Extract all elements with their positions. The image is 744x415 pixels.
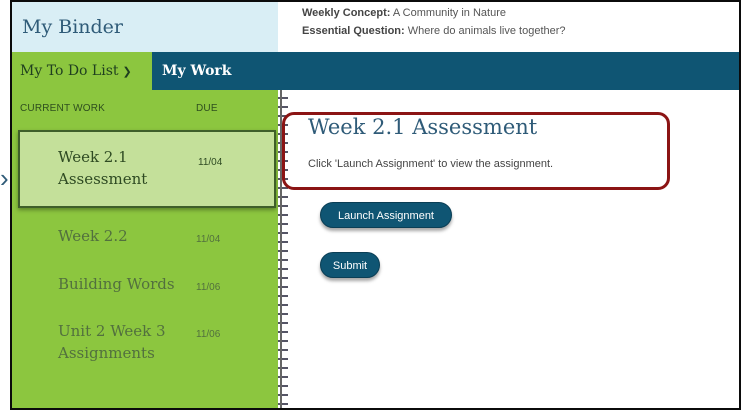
tab-my-to-do-list[interactable]: My To Do List ❯ [12,52,152,90]
sidebar-item-unit-2-week-3[interactable]: Unit 2 Week 3 Assignments 11/06 [12,320,268,370]
tab-my-work[interactable]: My Work [162,52,232,90]
essential-question: Essential Question: Where do animals liv… [302,22,566,40]
tab-todo-label: My To Do List [20,63,119,79]
sidebar-item-week-2-2[interactable]: Week 2.2 11/04 [12,225,268,255]
sidebar-item-week-2-1-assessment[interactable]: Week 2.1 Assessment 11/04 [18,130,276,208]
binder-title: My Binder [12,2,278,52]
weekly-concept-value: A Community in Nature [392,7,506,19]
highlight-box [282,112,670,190]
sidebar-item-due: 11/04 [198,157,223,168]
todo-sidebar: CURRENT WORK DUE Week 2.1 Assessment 11/… [12,90,278,408]
launch-assignment-button[interactable]: Launch Assignment [320,202,452,228]
essential-question-value: Where do animals live together? [407,25,566,37]
chevron-down-icon: ❯ [122,65,132,78]
pointer-arrow-icon: › [0,163,9,193]
top-bar: My Binder Weekly Concept: A Community in… [12,2,739,52]
column-header-current-work: CURRENT WORK [20,103,105,114]
essential-question-label: Essential Question: [302,25,405,37]
nav-bar: My To Do List ❯ My Work [12,52,739,90]
concept-block: Weekly Concept: A Community in Nature Es… [302,4,566,40]
sidebar-item-label: Week 2.1 Assessment [58,148,148,188]
submit-button[interactable]: Submit [320,252,380,278]
weekly-concept-label: Weekly Concept: [302,7,391,19]
sidebar-item-label: Building Words [58,275,175,293]
binder-frame: My Binder Weekly Concept: A Community in… [10,0,741,410]
sidebar-item-label: Unit 2 Week 3 Assignments [58,322,166,362]
sidebar-item-building-words[interactable]: Building Words 11/06 [12,273,268,303]
column-header-due: DUE [196,103,218,114]
sidebar-item-due: 11/06 [196,282,221,293]
sidebar-item-due: 11/04 [196,234,221,245]
weekly-concept: Weekly Concept: A Community in Nature [302,4,566,22]
sidebar-item-label: Week 2.2 [58,227,128,245]
sidebar-item-due: 11/06 [196,329,221,340]
